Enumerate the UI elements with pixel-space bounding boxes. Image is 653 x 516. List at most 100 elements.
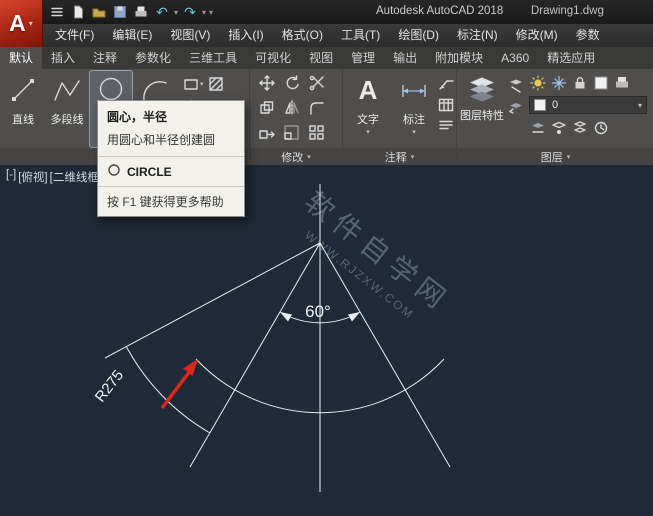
tooltip-title: 圆心，半径 <box>107 108 235 125</box>
multiline-text-icon[interactable] <box>437 117 455 135</box>
layer-select[interactable]: 0 ▾ <box>529 96 647 114</box>
hatch-icon[interactable] <box>207 75 225 93</box>
menu-edit[interactable]: 编辑(E) <box>103 24 161 47</box>
layers-panel-expand-icon[interactable]: ▾ <box>567 153 571 161</box>
menu-view[interactable]: 视图(V) <box>161 24 219 47</box>
menu-file[interactable]: 文件(F) <box>46 24 103 47</box>
tab-insert[interactable]: 插入 <box>42 47 84 69</box>
red-arrow-shaft <box>162 371 190 408</box>
trim-icon[interactable] <box>308 74 326 92</box>
layer-merge-icon[interactable] <box>571 119 589 137</box>
tooltip-description: 用圆心和半径创建圆 <box>107 131 235 148</box>
tab-addins[interactable]: 附加模块 <box>426 47 492 69</box>
undo-dropdown-icon[interactable]: ▾ <box>174 8 178 17</box>
app-title: Autodesk AutoCAD 2018 <box>376 5 503 17</box>
radius-label: R275 <box>92 367 127 406</box>
tab-a360[interactable]: A360 <box>492 47 538 69</box>
mirror-icon[interactable] <box>283 99 301 117</box>
menu-dimension[interactable]: 标注(N) <box>448 24 507 47</box>
layer-properties-icon <box>466 71 498 109</box>
annotation-panel-label: 注释 <box>385 149 407 165</box>
tab-visualize[interactable]: 可视化 <box>246 47 300 69</box>
layer-color-icon[interactable] <box>592 74 610 92</box>
viewport-controls: [-] [俯视] [二维线框] <box>6 169 102 185</box>
menu-parametric[interactable]: 参数 <box>567 24 609 47</box>
tab-featured-apps[interactable]: 精选应用 <box>538 47 604 69</box>
workspace-icon[interactable] <box>48 3 66 21</box>
autocad-window: ↶ ▾ ↷ ▾ ▾ Autodesk AutoCAD 2018 Drawing1… <box>0 0 653 516</box>
circle-command-icon <box>107 163 121 180</box>
menu-modify[interactable]: 修改(M) <box>507 24 567 47</box>
redo-dropdown-icon[interactable]: ▾ <box>202 8 206 17</box>
layer-previous-icon[interactable] <box>507 98 525 116</box>
menu-tools[interactable]: 工具(T) <box>332 24 389 47</box>
table-icon[interactable] <box>437 96 455 114</box>
menu-insert[interactable]: 插入(I) <box>219 24 272 47</box>
tab-output[interactable]: 输出 <box>384 47 426 69</box>
red-arrow-icon <box>183 359 198 376</box>
line-tool-button[interactable]: 直线 <box>2 71 44 147</box>
layer-on-icon[interactable] <box>529 74 547 92</box>
tab-parametric[interactable]: 参数化 <box>126 47 180 69</box>
polyline-tool-button[interactable]: 多段线 <box>46 71 88 147</box>
title-bar: ↶ ▾ ↷ ▾ ▾ Autodesk AutoCAD 2018 Drawing1… <box>0 0 653 24</box>
array-icon[interactable] <box>308 124 326 142</box>
app-menu-dropdown-icon: ▾ <box>29 19 33 28</box>
qat-customize-icon[interactable]: ▾ <box>209 8 213 17</box>
layer-match-icon[interactable] <box>507 77 525 95</box>
viewport-view-control[interactable]: [俯视] <box>18 169 47 185</box>
fillet-icon[interactable] <box>308 99 326 117</box>
text-dropdown-icon[interactable]: ▾ <box>366 128 370 136</box>
undo-icon[interactable]: ↶ <box>153 3 171 21</box>
menu-format[interactable]: 格式(O) <box>273 24 332 47</box>
tooltip-help: 按 F1 键获得更多帮助 <box>98 187 244 216</box>
text-label: 文字 <box>357 111 379 127</box>
layer-walk-icon[interactable] <box>592 119 610 137</box>
layers-panel-footer[interactable]: 图层 ▾ <box>457 148 653 165</box>
leader-icon[interactable] <box>437 75 455 93</box>
tab-3d-tools[interactable]: 三维工具 <box>180 47 246 69</box>
dimension-dropdown-icon[interactable]: ▾ <box>412 128 416 136</box>
drawing-geometry: 60° R275 <box>0 165 653 516</box>
layer-properties-button[interactable]: 图层特性 <box>461 71 503 147</box>
redo-icon[interactable]: ↷ <box>181 3 199 21</box>
viewport-menu-control[interactable]: [-] <box>6 169 16 185</box>
dimension-tool-button[interactable]: 标注 ▾ <box>393 71 435 147</box>
autocad-logo: A <box>9 10 26 37</box>
rotate-icon[interactable] <box>283 74 301 92</box>
modify-panel-footer[interactable]: 修改 ▾ <box>250 148 342 165</box>
copy-icon[interactable] <box>258 99 276 117</box>
rectangle-icon[interactable] <box>182 75 200 93</box>
tab-view[interactable]: 视图 <box>300 47 342 69</box>
move-icon[interactable] <box>258 74 276 92</box>
annotation-panel-footer[interactable]: 注释 ▾ <box>343 148 456 165</box>
layer-plot-icon[interactable] <box>613 74 631 92</box>
plot-icon[interactable] <box>132 3 150 21</box>
stretch-icon[interactable] <box>258 124 276 142</box>
application-menu-button[interactable]: A ▾ <box>0 0 43 47</box>
line-label: 直线 <box>12 111 34 127</box>
save-icon[interactable] <box>111 3 129 21</box>
drawing-canvas[interactable]: [-] [俯视] [二维线框] 软件自学网 WWW.RJZXW.COM 60° … <box>0 165 653 516</box>
rectangle-dropdown-icon[interactable]: ▾ <box>200 80 204 88</box>
layer-lock-icon[interactable] <box>571 74 589 92</box>
layer-isolate-icon[interactable] <box>550 119 568 137</box>
menu-draw[interactable]: 绘图(D) <box>389 24 448 47</box>
radius-275-arc <box>126 346 210 433</box>
text-tool-button[interactable]: A 文字 ▾ <box>347 71 389 147</box>
modify-panel-label: 修改 <box>281 149 303 165</box>
layer-freeze-icon[interactable] <box>550 74 568 92</box>
scale-icon[interactable] <box>283 124 301 142</box>
annotation-panel-expand-icon[interactable]: ▾ <box>411 153 415 161</box>
polyline-label: 多段线 <box>51 111 84 127</box>
new-file-icon[interactable] <box>69 3 87 21</box>
layer-off-icon[interactable] <box>529 119 547 137</box>
viewport-visual-style-control[interactable]: [二维线框] <box>50 169 102 185</box>
tab-manage[interactable]: 管理 <box>342 47 384 69</box>
tab-annotate[interactable]: 注释 <box>84 47 126 69</box>
left-ray-line <box>190 243 320 467</box>
tab-home[interactable]: 默认 <box>0 47 42 69</box>
open-folder-icon[interactable] <box>90 3 108 21</box>
modify-panel-expand-icon[interactable]: ▾ <box>307 153 311 161</box>
layer-select-dropdown-icon[interactable]: ▾ <box>638 101 642 110</box>
